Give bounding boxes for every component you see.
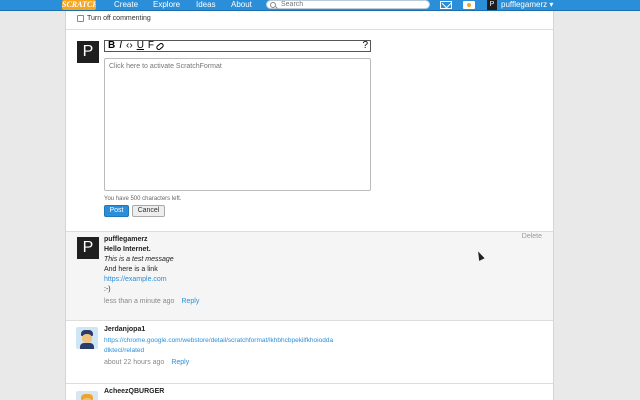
comment-username[interactable]: Jerdanjopa1 <box>104 326 145 333</box>
turn-off-checkbox[interactable] <box>77 15 84 22</box>
comment-item: AcheezQBURGER <box>66 384 553 400</box>
underline-button[interactable]: U <box>137 41 144 51</box>
bold-button[interactable]: B <box>108 41 115 51</box>
comment-line: This is a test message <box>104 256 174 263</box>
comment-textarea[interactable] <box>104 58 371 191</box>
reply-link[interactable]: Reply <box>171 359 189 366</box>
comment-meta: less than a minute ago Reply <box>104 298 199 305</box>
messages-icon[interactable] <box>440 1 452 9</box>
comment-line: :-) <box>104 286 111 293</box>
comment-meta: about 22 hours ago Reply <box>104 359 189 366</box>
comment-avatar[interactable] <box>76 391 98 400</box>
composer-avatar: P <box>77 41 99 63</box>
comment-link[interactable]: https://chrome.google.com/webstore/detai… <box>104 337 333 344</box>
link-icon[interactable] <box>155 41 165 51</box>
account-menu[interactable]: pufflegamerz ▾ <box>501 0 553 9</box>
comment-line: Hello Internet. <box>104 246 151 253</box>
nav-explore[interactable]: Explore <box>153 0 180 9</box>
comment-line: And here is a link <box>104 266 158 273</box>
cancel-button[interactable]: Cancel <box>132 205 165 217</box>
delete-link[interactable]: Delete <box>522 233 542 240</box>
post-button[interactable]: Post <box>104 205 129 217</box>
nav-avatar[interactable]: P <box>487 0 497 10</box>
reply-link[interactable]: Reply <box>181 298 199 305</box>
format-toolbar: B I ‹› U F ? <box>104 40 371 52</box>
comment-username[interactable]: AcheezQBURGER <box>104 388 164 395</box>
chars-left: You have 500 characters left. <box>104 196 182 202</box>
comment-item: P Delete pufflegamerz Hello Internet. Th… <box>66 232 553 320</box>
comment-link[interactable]: https://example.com <box>104 276 167 283</box>
comment-time: less than a minute ago <box>104 298 175 305</box>
search-input[interactable] <box>281 1 421 8</box>
nav-about[interactable]: About <box>231 0 252 9</box>
scratch-logo[interactable]: SCRATCH <box>62 0 96 10</box>
comment-avatar[interactable] <box>76 327 98 349</box>
comment-username[interactable]: pufflegamerz <box>104 236 148 243</box>
help-button[interactable]: ? <box>362 41 368 51</box>
comment-avatar[interactable]: P <box>77 237 99 259</box>
search-box[interactable] <box>266 0 430 9</box>
my-stuff-icon[interactable] <box>463 1 475 9</box>
search-icon <box>270 2 276 8</box>
turn-off-commenting[interactable]: Turn off commenting <box>77 15 151 22</box>
format-button[interactable]: F <box>148 41 154 51</box>
comment-item: Jerdanjopa1 https://chrome.google.com/we… <box>66 321 553 383</box>
top-nav: SCRATCH Create Explore Ideas About P puf… <box>0 0 640 11</box>
italic-button[interactable]: I <box>119 41 122 51</box>
nav-ideas[interactable]: Ideas <box>196 0 216 9</box>
comment-link[interactable]: dlktecl/related <box>104 347 144 354</box>
turn-off-label: Turn off commenting <box>87 15 151 22</box>
divider <box>66 29 553 30</box>
code-button[interactable]: ‹› <box>126 41 133 51</box>
nav-create[interactable]: Create <box>114 0 138 9</box>
comment-time: about 22 hours ago <box>104 359 165 366</box>
comments-panel: Turn off commenting P B I ‹› U F ? You h… <box>65 11 554 400</box>
